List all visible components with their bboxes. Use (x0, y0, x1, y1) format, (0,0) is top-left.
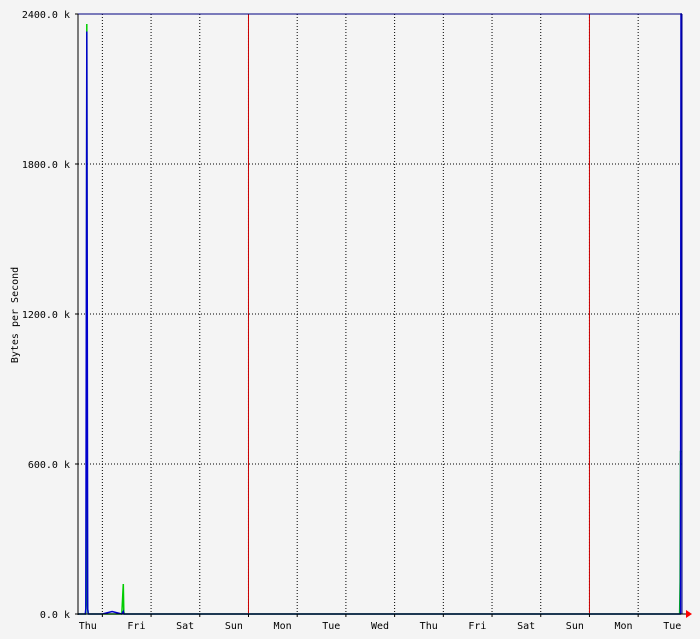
grid-layer (78, 13, 682, 614)
x-tick-label: Tue (663, 621, 681, 632)
y-tick-label: 1800.0 k (22, 160, 70, 171)
chart-canvas: 0.0 k 600.0 k 1200.0 k 1800.0 k 2400.0 k Thu F… (10, 10, 692, 632)
x-tick-label: Fri (127, 621, 145, 632)
y-axis-label: Bytes per Second (10, 267, 21, 363)
x-tick-label: Thu (420, 621, 438, 632)
y-tick-label: 2400.0 k (22, 10, 70, 21)
x-tick-label: Wed (371, 621, 389, 632)
y-tick-label: 1200.0 k (22, 310, 70, 321)
x-tick-label: Sun (566, 621, 584, 632)
x-axis-arrow (686, 610, 692, 618)
x-tick-label: Sun (225, 621, 243, 632)
x-tick-label: Mon (615, 621, 633, 632)
x-tick-label: Sat (176, 621, 194, 632)
x-tick-label: Sat (517, 621, 535, 632)
traffic-chart: 0.0 k 600.0 k 1200.0 k 1800.0 k 2400.0 k Thu F… (0, 0, 700, 635)
x-tick-label: Mon (274, 621, 292, 632)
x-tick-label: Tue (322, 621, 340, 632)
y-tick-label: 0.0 k (40, 610, 70, 621)
x-tick-label: Thu (79, 621, 97, 632)
x-tick-label: Fri (468, 621, 486, 632)
y-tick-label: 600.0 k (28, 460, 70, 471)
